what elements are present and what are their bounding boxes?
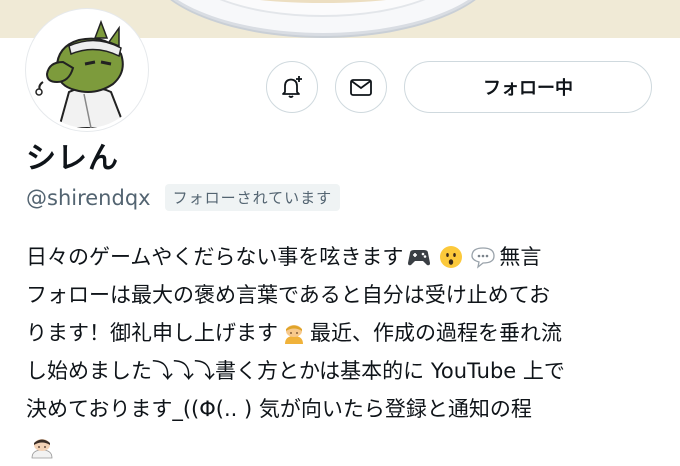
bio-line: し始めました⤵⤵⤵書く方とかは基本的に YouTube 上で — [26, 352, 666, 390]
banner-plate-image — [145, 0, 501, 36]
profile-bio: 日々のゲームやくだらない事を呟きます 無言 フォローは最大の褒め言葉であると自分… — [26, 238, 666, 466]
envelope-icon — [350, 79, 372, 96]
bio-line: フォローは最大の褒め言葉であると自分は受け止めてお — [26, 276, 666, 314]
bio-line: 日々のゲームやくだらない事を呟きます 無言 — [26, 238, 666, 276]
avatar[interactable] — [26, 9, 148, 131]
bowing-person-emoji — [29, 434, 55, 460]
bio-text: ります！御礼申し上げます — [26, 321, 278, 345]
surprised-face-emoji — [438, 244, 464, 270]
bio-line: ります！御礼申し上げます 最近、作成の過程を垂れ流 — [26, 314, 666, 352]
bio-text: 最近、作成の過程を垂れ流 — [310, 321, 562, 345]
message-button[interactable] — [335, 61, 387, 113]
bio-line: 決めております_((Φ(.. ) 気が向いたら登録と通知の程 — [26, 390, 666, 428]
speech-bubble-emoji — [470, 244, 496, 270]
avatar-character-image — [29, 12, 145, 128]
bio-line — [26, 428, 666, 466]
username-handle: @shirendqx — [26, 185, 151, 210]
bio-text: フォローは最大の褒め言葉であると自分は受け止めてお — [26, 283, 551, 307]
bio-text: 日々のゲームやくだらない事を呟きます — [26, 245, 404, 269]
following-button[interactable]: フォロー中 — [404, 61, 652, 113]
follows-you-badge: フォローされています — [164, 184, 341, 211]
bell-plus-icon — [282, 76, 302, 98]
notification-bell-button[interactable] — [266, 61, 318, 113]
display-name: シレん — [26, 141, 119, 176]
bio-text: し始めました⤵⤵⤵書く方とかは基本的に YouTube 上で — [26, 359, 565, 383]
game-controller-emoji — [406, 244, 432, 270]
bio-text: 決めております_((Φ(.. ) 気が向いたら登録と通知の程 — [26, 397, 532, 421]
handle-row: @shirendqx フォローされています — [26, 184, 341, 211]
bowing-person-emoji — [281, 320, 307, 346]
bio-text: 無言 — [499, 245, 542, 269]
